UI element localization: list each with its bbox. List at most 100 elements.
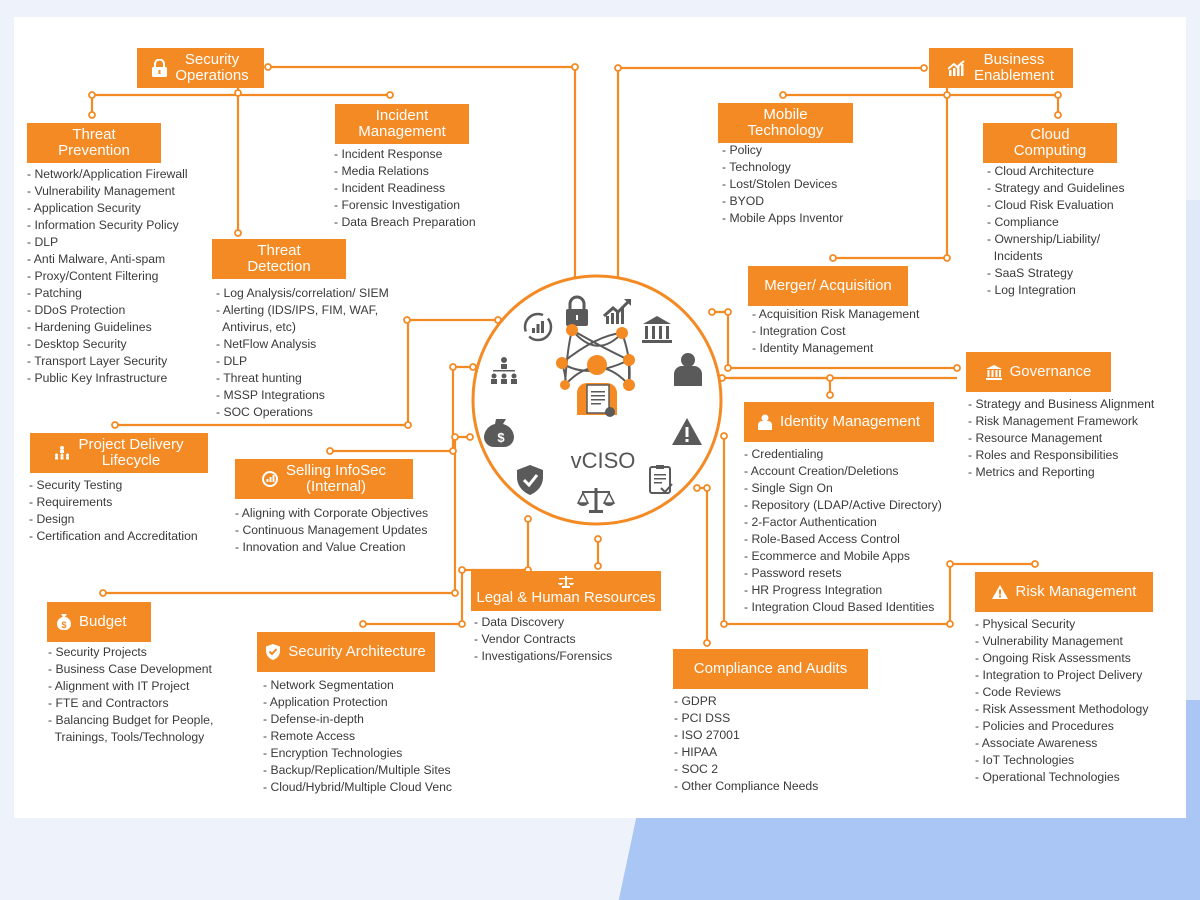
list-item: MSSP Integrations [216, 387, 389, 404]
list-item: Roles and Responsibilities [968, 447, 1154, 464]
section-title: Legal & Human Resources [476, 589, 656, 606]
list-item: Continuous Management Updates [235, 522, 428, 539]
list-item: Associate Awareness [975, 735, 1148, 752]
growth-chart-icon [947, 60, 966, 76]
list-item: Operational Technologies [975, 769, 1148, 786]
header-threat-prevention[interactable]: Threat Prevention [27, 123, 161, 163]
list-item: Alignment with IT Project [48, 678, 213, 695]
list-item: ISO 27001 [674, 727, 818, 744]
header-cloud-computing[interactable]: Cloud Computing [983, 123, 1117, 163]
list-item: Investigations/Forensics [474, 648, 612, 665]
list-item: PCI DSS [674, 710, 818, 727]
list-item: Anti Malware, Anti-spam [27, 251, 188, 268]
list-item: Integration to Project Delivery [975, 667, 1148, 684]
list-item: Backup/Replication/Multiple Sites [263, 762, 452, 779]
list-item: SOC 2 [674, 761, 818, 778]
list-item: SOC Operations [216, 404, 389, 421]
section-title: Business Enablement [973, 51, 1055, 84]
section-title: Governance [1009, 363, 1092, 380]
warning-icon [991, 585, 1008, 599]
list-item: Innovation and Value Creation [235, 539, 428, 556]
list-item: Aligning with Corporate Objectives [235, 505, 428, 522]
list-item: Encryption Technologies [263, 745, 452, 762]
mobile-technology-list: PolicyTechnologyLost/Stolen DevicesBYODM… [722, 142, 843, 227]
list-item: Cloud Risk Evaluation [987, 197, 1125, 214]
list-item: Forensic Investigation [334, 197, 476, 214]
list-item: Transport Layer Security [27, 353, 188, 370]
risk-management-list: Physical SecurityVulnerability Managemen… [975, 616, 1149, 786]
section-title: Security Operations [175, 51, 249, 84]
list-item: Policy [722, 142, 843, 159]
list-item: Role-Based Access Control [744, 531, 942, 548]
list-item: Log Analysis/correlation/ SIEM [216, 285, 388, 302]
header-security-operations[interactable]: Security Operations [137, 48, 264, 88]
header-identity-management[interactable]: Identity Management [744, 402, 934, 442]
list-item: Risk Management Framework [968, 413, 1154, 430]
list-item: Threat hunting [216, 370, 389, 387]
scales-icon [558, 576, 574, 590]
list-item: BYOD [722, 193, 843, 210]
list-item: Balancing Budget for People, [48, 712, 213, 729]
section-title: Cloud Computing [1013, 126, 1087, 159]
header-business-enablement[interactable]: Business Enablement [929, 48, 1073, 88]
header-selling-infosec[interactable]: Selling InfoSec (Internal) [235, 459, 413, 499]
header-incident-management[interactable]: Incident Management [335, 104, 469, 144]
threat-detection-list: Log Analysis/correlation/ SIEMAlerting (… [216, 285, 389, 421]
selling-infosec-list: Aligning with Corporate ObjectivesContin… [235, 505, 428, 556]
list-item: Patching [27, 285, 188, 302]
list-item: Business Case Development [48, 661, 213, 678]
header-project-delivery[interactable]: Project Delivery Lifecycle [30, 433, 208, 473]
list-item: Single Sign On [744, 480, 942, 497]
list-item: Resource Management [968, 430, 1154, 447]
section-title: Budget [79, 613, 127, 630]
threat-prevention-list: Network/Application FirewallVulnerabilit… [27, 166, 188, 387]
list-item: Lost/Stolen Devices [722, 176, 843, 193]
lock-icon [152, 59, 168, 77]
list-item: Security Testing [29, 477, 198, 494]
cycle-chart-icon [261, 471, 278, 487]
person-icon [757, 414, 772, 430]
header-legal-hr[interactable]: Legal & Human Resources [471, 571, 661, 611]
list-item: Data Breach Preparation [334, 214, 475, 231]
list-item: Network Segmentation [263, 677, 452, 694]
list-item: Ecommerce and Mobile Apps [744, 548, 942, 565]
list-item: Design [29, 511, 198, 528]
section-title: Merger/ Acquisition [764, 277, 892, 294]
incident-management-list: Incident ResponseMedia RelationsIncident… [334, 146, 476, 231]
list-item: Antivirus, etc) [222, 320, 296, 334]
header-security-architecture[interactable]: Security Architecture [257, 632, 435, 672]
list-item: Remote Access [263, 728, 452, 745]
list-item: Integration Cloud Based Identities [744, 599, 942, 616]
header-merger-acquisition[interactable]: Merger/ Acquisition [748, 266, 908, 306]
bank-icon [985, 364, 1002, 380]
list-item: Alerting (IDS/IPS, FIM, WAF, [216, 302, 389, 319]
list-item: Identity Management [752, 340, 919, 357]
compliance-audits-list: GDPRPCI DSSISO 27001HIPAASOC 2Other Comp… [674, 693, 818, 795]
section-title: Incident Management [358, 107, 446, 140]
header-threat-detection[interactable]: Threat Detection [212, 239, 346, 279]
list-item: Ongoing Risk Assessments [975, 650, 1148, 667]
header-governance[interactable]: Governance [966, 352, 1111, 392]
section-title: Threat Detection [247, 242, 311, 275]
merger-acquisition-list: Acquisition Risk ManagementIntegration C… [752, 306, 920, 357]
list-item: Hardening Guidelines [27, 319, 188, 336]
header-compliance-audits[interactable]: Compliance and Audits [673, 649, 868, 689]
section-title: Project Delivery Lifecycle [78, 436, 184, 469]
header-budget[interactable]: $ Budget [47, 602, 151, 642]
list-item: Vulnerability Management [975, 633, 1148, 650]
list-item: Incidents [993, 249, 1043, 263]
list-item: Strategy and Guidelines [987, 180, 1124, 197]
list-item: Information Security Policy [27, 217, 188, 234]
list-item: Data Discovery [474, 614, 612, 631]
list-item: Ownership/Liability/ [987, 231, 1125, 248]
list-item: DLP [216, 353, 389, 370]
list-item: Application Security [27, 200, 188, 217]
header-mobile-technology[interactable]: Mobile Technology [718, 103, 853, 143]
header-risk-management[interactable]: Risk Management [975, 572, 1153, 612]
list-item: Acquisition Risk Management [752, 306, 920, 323]
identity-management-list: CredentialingAccount Creation/DeletionsS… [744, 446, 942, 616]
list-item: NetFlow Analysis [216, 336, 389, 353]
security-architecture-list: Network SegmentationApplication Protecti… [263, 677, 452, 796]
list-item: Proxy/Content Filtering [27, 268, 188, 285]
list-item: Desktop Security [27, 336, 188, 353]
